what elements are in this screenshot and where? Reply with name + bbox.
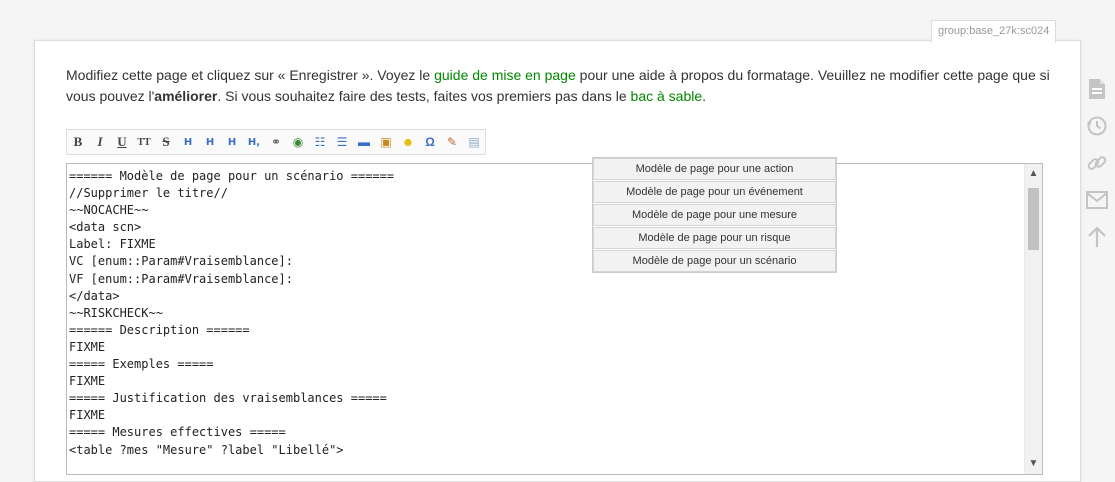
horizontal-rule-button[interactable]: ▬	[354, 131, 374, 153]
guide-link[interactable]: guide de mise en page	[434, 67, 576, 83]
file-icon[interactable]	[1085, 77, 1109, 101]
ordered-list-button[interactable]: ☷	[310, 131, 330, 153]
editor-textarea[interactable]: ====== Modèle de page pour un scénario =…	[69, 168, 394, 459]
page-tools	[1085, 77, 1109, 262]
editor-toolbar: B I U TT S H H H H, ⚭ ◉ ☷ ☰ ▬ ▣ ☻ Ω ✎ ▤	[66, 129, 486, 155]
heading-higher-button[interactable]: H	[222, 131, 242, 153]
external-link-button[interactable]: ◉	[288, 131, 308, 153]
edit-intro-text: Modifiez cette page et cliquez sur « Enr…	[66, 67, 1050, 104]
template-action-item[interactable]: Modèle de page pour une action	[593, 158, 836, 180]
heading-select-button[interactable]: H,	[244, 131, 264, 153]
link-icon[interactable]	[1085, 151, 1109, 175]
editor-scrollbar[interactable]: ▲ ▼	[1024, 164, 1042, 474]
bold-button[interactable]: B	[68, 131, 88, 153]
template-risk-item[interactable]: Modèle de page pour un risque	[593, 227, 836, 249]
mail-icon[interactable]	[1085, 188, 1109, 212]
link-button[interactable]: ⚭	[266, 131, 286, 153]
monospace-button[interactable]: TT	[134, 131, 154, 153]
sandbox-link[interactable]: bac à sable	[631, 88, 703, 104]
image-button[interactable]: ▣	[376, 131, 396, 153]
template-button[interactable]: ▤	[464, 131, 484, 153]
arrow-up-icon[interactable]	[1085, 225, 1109, 249]
scroll-up-arrow-icon[interactable]: ▲	[1025, 166, 1042, 182]
italic-button[interactable]: I	[90, 131, 110, 153]
unordered-list-button[interactable]: ☰	[332, 131, 352, 153]
template-scenario-item[interactable]: Modèle de page pour un scénario	[593, 250, 836, 272]
history-icon[interactable]	[1085, 114, 1109, 138]
heading-same-button[interactable]: H	[178, 131, 198, 153]
scroll-thumb[interactable]	[1028, 188, 1039, 250]
smiley-button[interactable]: ☻	[398, 131, 418, 153]
strikethrough-button[interactable]: S	[156, 131, 176, 153]
template-menu: Modèle de page pour une action Modèle de…	[592, 157, 837, 273]
heading-lower-button[interactable]: H	[200, 131, 220, 153]
template-event-item[interactable]: Modèle de page pour un événement	[593, 181, 836, 203]
template-measure-item[interactable]: Modèle de page pour une mesure	[593, 204, 836, 226]
special-chars-button[interactable]: Ω	[420, 131, 440, 153]
page-id-tab: group:base_27k:sc024	[931, 20, 1057, 43]
wiki-text-editor[interactable]: ====== Modèle de page pour un scénario =…	[66, 163, 1043, 475]
signature-button[interactable]: ✎	[442, 131, 462, 153]
underline-button[interactable]: U	[112, 131, 132, 153]
scroll-down-arrow-icon[interactable]: ▼	[1025, 456, 1042, 472]
